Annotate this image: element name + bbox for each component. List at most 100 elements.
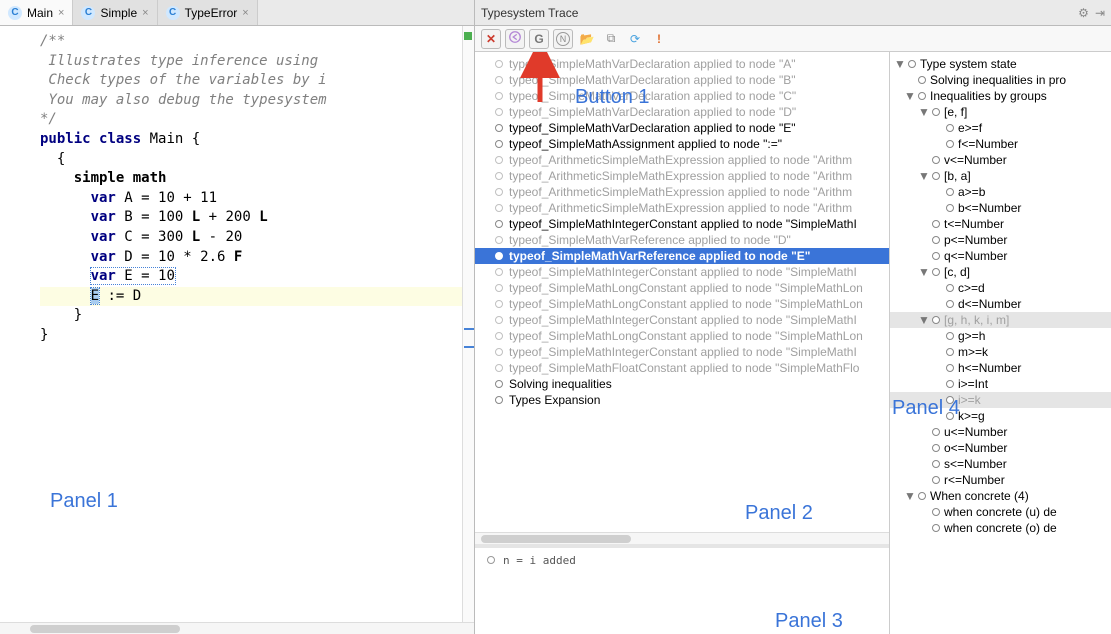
warn-button[interactable]: ! [649, 29, 669, 49]
tab-label: Simple [100, 6, 137, 20]
tree-node[interactable]: ▼ e>=f [890, 120, 1111, 136]
tree-node[interactable]: ▼ when concrete (o) de [890, 520, 1111, 536]
state-pane[interactable]: ▼ Type system state▼ Solving inequalitie… [890, 52, 1111, 634]
trace-row[interactable]: typeof_SimpleMathVarDeclaration applied … [475, 56, 889, 72]
tree-node[interactable]: ▼ i>=k [890, 392, 1111, 408]
trace-row[interactable]: Solving inequalities [475, 376, 889, 392]
tab-simple[interactable]: C Simple × [73, 0, 157, 25]
step-back-button[interactable] [505, 29, 525, 49]
tree-node[interactable]: ▼ i>=Int [890, 376, 1111, 392]
trace-row[interactable]: typeof_ArithmeticSimpleMathExpression ap… [475, 152, 889, 168]
tree-node[interactable]: ▼ Inequalities by groups [890, 88, 1111, 104]
gear-icon[interactable]: ⚙ [1078, 6, 1089, 20]
scroll-thumb[interactable] [30, 625, 180, 633]
disclosure-triangle-icon[interactable]: ▼ [904, 489, 914, 503]
trace-row[interactable]: typeof_SimpleMathVarReference applied to… [475, 232, 889, 248]
tab-main[interactable]: C Main × [0, 0, 73, 25]
tree-node[interactable]: ▼ When concrete (4) [890, 488, 1111, 504]
tree-node[interactable]: ▼ Type system state [890, 56, 1111, 72]
scroll-thumb[interactable] [481, 535, 631, 543]
trace-row[interactable]: typeof_SimpleMathVarDeclaration applied … [475, 72, 889, 88]
disclosure-triangle-icon[interactable]: ▼ [894, 57, 904, 71]
trace-row[interactable]: typeof_ArithmeticSimpleMathExpression ap… [475, 200, 889, 216]
minimize-icon[interactable]: ⇥ [1095, 6, 1105, 20]
trace-row[interactable]: typeof_SimpleMathIntegerConstant applied… [475, 344, 889, 360]
trace-horizontal-scrollbar[interactable] [475, 532, 889, 544]
step-next-button[interactable]: N [553, 29, 573, 49]
bullet-icon [946, 396, 954, 404]
trace-row[interactable]: typeof_SimpleMathIntegerConstant applied… [475, 312, 889, 328]
tree-node[interactable]: ▼ o<=Number [890, 440, 1111, 456]
tree-node[interactable]: ▼ [c, d] [890, 264, 1111, 280]
trace-row-label: typeof_ArithmeticSimpleMathExpression ap… [509, 201, 852, 215]
close-icon[interactable]: × [242, 7, 248, 19]
tree-node[interactable]: ▼ [e, f] [890, 104, 1111, 120]
tree-node[interactable]: ▼ u<=Number [890, 424, 1111, 440]
trace-row[interactable]: typeof_SimpleMathVarDeclaration applied … [475, 104, 889, 120]
tree-node[interactable]: ▼ a>=b [890, 184, 1111, 200]
trace-row[interactable]: typeof_SimpleMathAssignment applied to n… [475, 136, 889, 152]
bullet-icon [932, 156, 940, 164]
trace-row[interactable]: typeof_SimpleMathLongConstant applied to… [475, 328, 889, 344]
trace-row[interactable]: typeof_SimpleMathVarReference applied to… [475, 248, 889, 264]
tree-node[interactable]: ▼ s<=Number [890, 456, 1111, 472]
tree-node[interactable]: ▼ when concrete (u) de [890, 504, 1111, 520]
copy-button[interactable]: ⧉ [601, 29, 621, 49]
disclosure-triangle-icon[interactable]: ▼ [918, 169, 928, 183]
tree-node[interactable]: ▼ c>=d [890, 280, 1111, 296]
trace-row-label: typeof_SimpleMathLongConstant applied to… [509, 329, 863, 343]
tab-terr[interactable]: C TypeError × [158, 0, 258, 25]
disclosure-triangle-icon[interactable]: ▼ [918, 313, 928, 327]
tree-node[interactable]: ▼ m>=k [890, 344, 1111, 360]
trace-row[interactable]: typeof_ArithmeticSimpleMathExpression ap… [475, 184, 889, 200]
trace-row[interactable]: typeof_SimpleMathVarDeclaration applied … [475, 88, 889, 104]
tree-node[interactable]: ▼ h<=Number [890, 360, 1111, 376]
disclosure-triangle-icon[interactable]: ▼ [918, 265, 928, 279]
trace-row[interactable]: typeof_SimpleMathIntegerConstant applied… [475, 216, 889, 232]
go-button[interactable]: G [529, 29, 549, 49]
tree-node[interactable]: ▼ g>=h [890, 328, 1111, 344]
tree-node[interactable]: ▼ r<=Number [890, 472, 1111, 488]
trace-row[interactable]: Types Expansion [475, 392, 889, 408]
tree-node[interactable]: ▼ [b, a] [890, 168, 1111, 184]
assign-line[interactable]: E := D [40, 287, 462, 307]
close-button[interactable]: ✕ [481, 29, 501, 49]
tree-node-label: Inequalities by groups [930, 89, 1047, 103]
var-decl[interactable]: var C = 300 L - 20 [40, 228, 462, 248]
tree-node[interactable]: ▼ k>=g [890, 408, 1111, 424]
var-decl[interactable]: var D = 10 * 2.6 F [40, 248, 462, 268]
trace-row[interactable]: typeof_SimpleMathVarDeclaration applied … [475, 120, 889, 136]
trace-list[interactable]: typeof_SimpleMathVarDeclaration applied … [475, 52, 889, 532]
tree-node[interactable]: ▼ b<=Number [890, 200, 1111, 216]
tree-node[interactable]: ▼ Solving inequalities in pro [890, 72, 1111, 88]
bullet-icon [946, 364, 954, 372]
trace-row[interactable]: typeof_SimpleMathIntegerConstant applied… [475, 264, 889, 280]
trace-row[interactable]: typeof_SimpleMathLongConstant applied to… [475, 296, 889, 312]
var-decl[interactable]: var E = 10 [40, 267, 462, 287]
tree-node[interactable]: ▼ t<=Number [890, 216, 1111, 232]
code-editor[interactable]: /** Illustrates type inference using Che… [0, 26, 462, 622]
var-decl[interactable]: var A = 10 + 11 [40, 189, 462, 209]
editor-horizontal-scrollbar[interactable] [0, 622, 474, 634]
refresh-button[interactable]: ⟳ [625, 29, 645, 49]
trace-row[interactable]: typeof_ArithmeticSimpleMathExpression ap… [475, 168, 889, 184]
disclosure-triangle-icon[interactable]: ▼ [904, 89, 914, 103]
tree-node[interactable]: ▼ p<=Number [890, 232, 1111, 248]
close-icon[interactable]: × [58, 7, 64, 19]
tree-node[interactable]: ▼ d<=Number [890, 296, 1111, 312]
tree-node[interactable]: ▼ q<=Number [890, 248, 1111, 264]
disclosure-triangle-icon[interactable]: ▼ [918, 105, 928, 119]
bullet-icon [946, 380, 954, 388]
tree-node[interactable]: ▼ v<=Number [890, 152, 1111, 168]
close-icon[interactable]: × [142, 7, 148, 19]
tree-node[interactable]: ▼ f<=Number [890, 136, 1111, 152]
right-header: Typesystem Trace ⚙ ⇥ [475, 0, 1111, 26]
tree-node[interactable]: ▼ [g, h, k, i, m] [890, 312, 1111, 328]
var-decl[interactable]: var B = 100 L + 200 L [40, 208, 462, 228]
brace-open: { [40, 150, 462, 170]
tree-node-label: q<=Number [944, 249, 1007, 263]
tree-node-label: e>=f [958, 121, 982, 135]
trace-row[interactable]: typeof_SimpleMathLongConstant applied to… [475, 280, 889, 296]
trace-row[interactable]: typeof_SimpleMathFloatConstant applied t… [475, 360, 889, 376]
open-folder-button[interactable]: 📂 [577, 29, 597, 49]
